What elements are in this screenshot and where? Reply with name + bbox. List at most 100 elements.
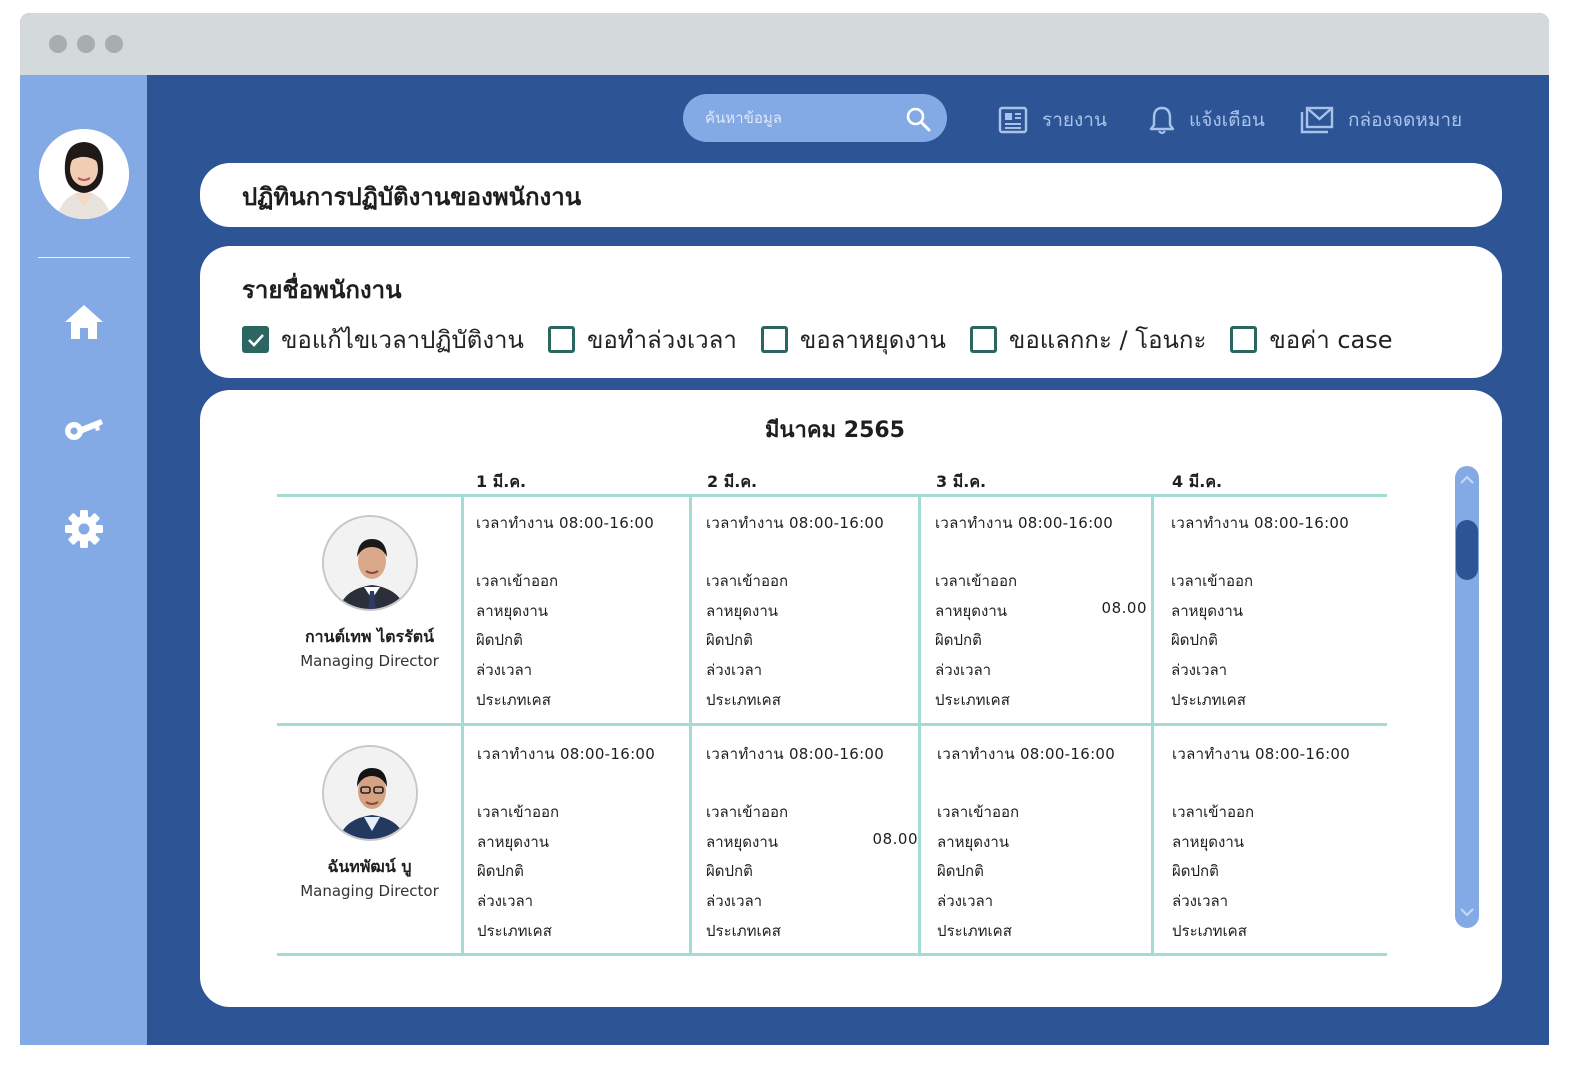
row-label: เวลาเข้าออก (937, 803, 1020, 821)
schedule-cell[interactable]: เวลาทำงาน 08:00-16:00 เวลาเข้าออก ลาหยุด… (477, 742, 697, 942)
window-dot-minimize[interactable] (77, 35, 95, 53)
schedule-cell[interactable]: เวลาทำงาน 08:00-16:00 เวลาเข้าออก ลาหยุด… (1171, 511, 1391, 711)
row-label: ล่วงเวลา (937, 892, 994, 910)
schedule-cell[interactable]: เวลาทำงาน 08:00-16:00 เวลาเข้าออก ลาหยุด… (706, 742, 926, 942)
window-dot-maximize[interactable] (105, 35, 123, 53)
day-header: 1 มี.ค. (476, 472, 527, 491)
row-label: เวลาเข้าออก (1172, 803, 1255, 821)
search-icon[interactable] (905, 106, 931, 132)
key-icon[interactable] (63, 407, 105, 449)
nav-mailbox[interactable]: กล่องจดหมาย (1300, 103, 1462, 137)
row-label: ผิดปกติ (706, 631, 753, 649)
row-label: ประเภทเคส (476, 691, 551, 709)
nav-report-label: รายงาน (1042, 109, 1107, 131)
row-label: ล่วงเวลา (476, 661, 533, 679)
work-hours: เวลาทำงาน 08:00-16:00 (937, 745, 1116, 763)
employee-card[interactable]: กานต์เทพ ไตรรัตน์ Managing Director (277, 515, 462, 670)
schedule-cell[interactable]: เวลาทำงาน 08:00-16:00 เวลาเข้าออก ลาหยุด… (476, 511, 696, 711)
filter-label: ขอค่า case (1269, 326, 1393, 354)
filter-card: รายชื่อพนักงาน ขอแก้ไขเวลาปฏิบัติงาน ขอท… (200, 246, 1502, 378)
filter-list: ขอแก้ไขเวลาปฏิบัติงาน ขอทำล่วงเวลา ขอลาห… (242, 320, 1417, 359)
leave-value: 08.00 (1101, 599, 1147, 617)
day-header: 4 มี.ค. (1172, 472, 1223, 491)
row-label: ลาหยุดงาน (477, 833, 550, 851)
row-label: ลาหยุดงาน (706, 602, 779, 620)
row-label: ล่วงเวลา (706, 661, 763, 679)
user-avatar[interactable] (39, 129, 129, 219)
row-label: เวลาเข้าออก (1171, 572, 1254, 590)
filter-label: ขอแก้ไขเวลาปฏิบัติงาน (281, 326, 524, 354)
row-label: เวลาเข้าออก (477, 803, 560, 821)
row-label: ล่วงเวลา (935, 661, 992, 679)
window-dot-close[interactable] (49, 35, 67, 53)
schedule-cell[interactable]: เวลาทำงาน 08:00-16:00 เวลาเข้าออก ลาหยุด… (1172, 742, 1392, 942)
day-header: 2 มี.ค. (707, 472, 758, 491)
row-label: เวลาเข้าออก (476, 572, 559, 590)
chevron-up-icon[interactable] (1459, 474, 1475, 486)
employee-card[interactable]: ฉันทพัฒน์ บู Managing Director (277, 745, 462, 900)
row-label: ล่วงเวลา (706, 892, 763, 910)
row-label: ประเภทเคส (1171, 691, 1246, 709)
row-label: ล่วงเวลา (477, 892, 534, 910)
row-label: ล่วงเวลา (1171, 661, 1228, 679)
work-hours: เวลาทำงาน 08:00-16:00 (706, 745, 885, 763)
checkbox[interactable] (547, 326, 575, 353)
checkbox-checked[interactable] (242, 326, 269, 353)
filter-case-fee[interactable]: ขอค่า case (1230, 320, 1393, 359)
row-label: ผิดปกติ (477, 862, 524, 880)
check-icon (247, 333, 264, 347)
checkbox[interactable] (760, 326, 788, 353)
row-label: ลาหยุดงาน (935, 602, 1008, 620)
row-label: ประเภทเคส (706, 691, 781, 709)
employee-role: Managing Director (300, 882, 439, 900)
row-label: ผิดปกติ (937, 862, 984, 880)
row-label: ผิดปกติ (1171, 631, 1218, 649)
work-hours: เวลาทำงาน 08:00-16:00 (476, 514, 655, 532)
nav-mailbox-label: กล่องจดหมาย (1348, 109, 1463, 131)
grid-line (277, 723, 1387, 726)
sidebar-divider (38, 257, 130, 258)
row-label: ล่วงเวลา (1172, 892, 1229, 910)
row-label: ลาหยุดงาน (1172, 833, 1245, 851)
filter-shift-swap[interactable]: ขอแลกกะ / โอนกะ (969, 320, 1206, 359)
page-title: ปฏิทินการปฏิบัติงานของพนักงาน (242, 183, 582, 211)
row-label: ลาหยุดงาน (937, 833, 1010, 851)
filter-overtime[interactable]: ขอทำล่วงเวลา (547, 320, 737, 359)
nav-report[interactable]: รายงาน (998, 103, 1107, 137)
calendar-card: มีนาคม 2565 1 มี.ค. 2 มี.ค. 3 มี.ค. 4 มี… (200, 390, 1502, 1007)
work-hours: เวลาทำงาน 08:00-16:00 (1171, 514, 1350, 532)
search-bar (683, 94, 947, 142)
filter-edit-time[interactable]: ขอแก้ไขเวลาปฏิบัติงาน (242, 320, 524, 359)
row-label: ประเภทเคส (477, 922, 552, 940)
chevron-down-icon[interactable] (1459, 906, 1475, 918)
filter-label: ขอลาหยุดงาน (799, 326, 946, 354)
row-label: ลาหยุดงาน (476, 602, 549, 620)
nav-notify-label: แจ้งเตือน (1189, 109, 1265, 131)
filter-label: ขอทำล่วงเวลา (586, 326, 737, 354)
home-icon[interactable] (63, 301, 105, 343)
checkbox[interactable] (1230, 326, 1258, 353)
schedule-cell[interactable]: เวลาทำงาน 08:00-16:00 เวลาเข้าออก ลาหยุด… (935, 511, 1155, 711)
row-label: เวลาเข้าออก (935, 572, 1018, 590)
nav-notify[interactable]: แจ้งเตือน (1149, 103, 1265, 137)
search-input[interactable] (705, 106, 895, 130)
row-label: ประเภทเคส (935, 691, 1010, 709)
grid-line (277, 494, 1387, 497)
scrollbar-thumb[interactable] (1456, 520, 1478, 580)
app-window: รายงาน แจ้งเตือน กล่องจดหมาย ปฏิทินการปฏ… (20, 13, 1549, 1045)
schedule-cell[interactable]: เวลาทำงาน 08:00-16:00 เวลาเข้าออก ลาหยุด… (706, 511, 926, 711)
day-header: 3 มี.ค. (936, 472, 987, 491)
row-label: ประเภทเคส (706, 922, 781, 940)
row-label: ผิดปกติ (706, 862, 753, 880)
row-label: ลาหยุดงาน (706, 833, 779, 851)
checkbox[interactable] (969, 326, 997, 353)
employee-photo (321, 515, 418, 611)
mail-icon (1300, 106, 1334, 134)
employee-photo (321, 745, 418, 841)
title-bar (20, 13, 1549, 75)
gear-icon[interactable] (63, 508, 105, 550)
row-label: ผิดปกติ (935, 631, 982, 649)
filter-leave[interactable]: ขอลาหยุดงาน (760, 320, 946, 359)
schedule-cell[interactable]: เวลาทำงาน 08:00-16:00 เวลาเข้าออก ลาหยุด… (937, 742, 1157, 942)
bell-icon (1149, 106, 1175, 135)
